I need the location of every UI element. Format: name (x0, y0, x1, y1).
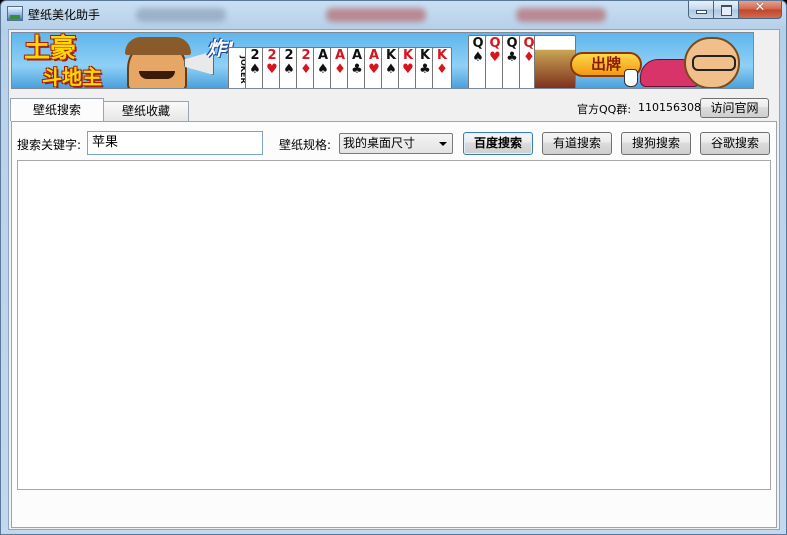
playing-cards: JOKER 2 ♠ 2 ♥ 2 ♠ 2 ♦ A ♠ A ♦ A ♣ A ♥ K ♠ K ♥ K ♣ K ♦ (228, 47, 452, 88)
tab-wallpaper-favorites[interactable]: 壁纸收藏 (103, 101, 189, 121)
visit-website-button[interactable]: 访问官网 (700, 98, 769, 118)
keyword-label: 搜索关键字: (17, 138, 82, 152)
ad-banner[interactable]: 土豪 斗地主 炸! JOKER 2 ♠ 2 ♥ 2 ♠ 2 ♦ A ♠ A ♦ A ♣ A ♥ K ♠ K ♥ K ♣ K ♦ … (11, 32, 754, 89)
spec-label: 壁纸规格: (279, 138, 332, 152)
banner-brand: 土豪 (24, 34, 77, 64)
maximize-button[interactable] (714, 1, 739, 19)
client-area: 土豪 斗地主 炸! JOKER 2 ♠ 2 ♥ 2 ♠ 2 ♦ A ♠ A ♦ A ♣ A ♥ K ♠ K ♥ K ♣ K ♦ … (8, 29, 780, 530)
qq-group-number: 110156308 (638, 101, 701, 114)
blurred-background-text (326, 8, 426, 22)
banner-brand-sub: 斗地主 (42, 65, 102, 89)
cartoon-man-image (684, 37, 740, 88)
spec-selected-value: 我的桌面尺寸 (343, 136, 416, 150)
search-panel: 搜索关键字: 苹果 壁纸规格: 我的桌面尺寸 百度搜索 有道搜索 搜狗搜索 谷歌… (11, 121, 777, 528)
app-window: 壁纸美化助手 ✕ 土豪 斗地主 炸! JOKER 2 ♠ 2 ♥ 2 ♠ 2 ♦ A ♠ A ♦ A ♣ A ♥… (0, 0, 787, 535)
blurred-background-text (136, 8, 226, 22)
card-suit-icon: ♦ (436, 62, 448, 77)
tab-wallpaper-search[interactable]: 壁纸搜索 (10, 98, 104, 121)
baidu-search-button[interactable]: 百度搜索 (463, 132, 533, 155)
pointer-hand-icon (624, 69, 638, 87)
window-controls: ✕ (688, 1, 782, 19)
keyword-input[interactable]: 苹果 (87, 131, 263, 155)
qq-group-label: 官方QQ群: (577, 103, 632, 116)
app-icon (7, 6, 23, 21)
chevron-down-icon (439, 142, 447, 146)
close-icon: ✕ (754, 0, 766, 15)
youdao-search-button[interactable]: 有道搜索 (542, 132, 612, 155)
results-area[interactable] (17, 160, 771, 490)
close-button[interactable]: ✕ (739, 1, 782, 19)
sogou-search-button[interactable]: 搜狗搜索 (621, 132, 691, 155)
spec-dropdown[interactable]: 我的桌面尺寸 (339, 133, 453, 154)
blurred-background-text (516, 8, 606, 22)
queen-cards: Q ♠ Q ♥ Q ♣ Q ♦ (468, 35, 539, 88)
minimize-button[interactable] (688, 1, 714, 19)
cartoon-landlord-image (125, 37, 191, 88)
google-search-button[interactable]: 谷歌搜索 (700, 132, 770, 155)
title-bar[interactable]: 壁纸美化助手 ✕ (1, 1, 786, 27)
window-title: 壁纸美化助手 (28, 8, 101, 22)
playing-card: K ♦ (432, 47, 452, 88)
